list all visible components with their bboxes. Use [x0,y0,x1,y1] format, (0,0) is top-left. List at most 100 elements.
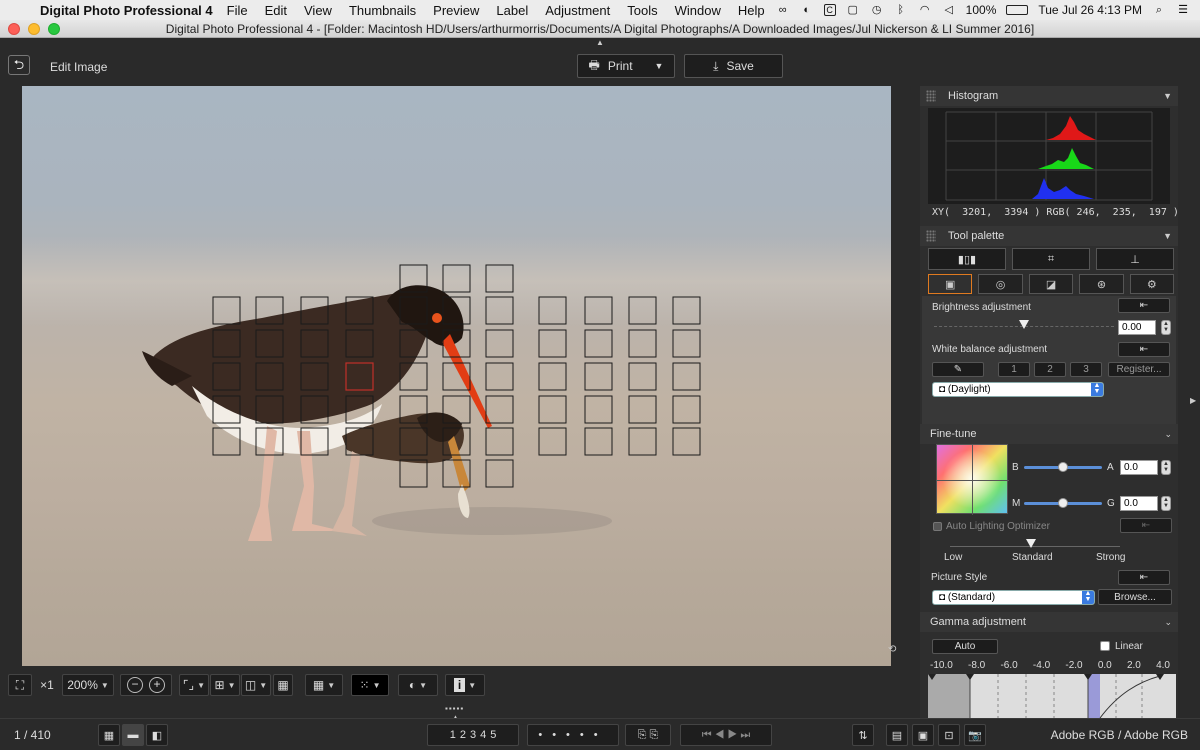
menu-preview[interactable]: Preview [433,3,479,18]
white-balance-color-wheel[interactable] [936,444,1009,515]
rating-1[interactable]: 1 [450,729,456,741]
back-button[interactable]: ⮌ [8,55,30,75]
notification-center-icon[interactable]: ☰ [1176,4,1190,16]
fit-to-window-button[interactable]: ⛶ [8,674,32,696]
wb-register-button[interactable]: Register... [1108,362,1170,377]
menu-view[interactable]: View [304,3,332,18]
sort-filter-button[interactable]: ⇅ [852,724,874,746]
info-button[interactable]: i ▼ [445,674,485,696]
eyedropper-button[interactable]: ✎ [932,362,984,377]
chevron-double-down-icon[interactable]: ⌄ [1164,429,1172,440]
alo-slider-thumb[interactable] [1026,539,1036,548]
grid-display-button[interactable]: ▦ ▼ [305,674,343,696]
linear-checkbox[interactable] [1100,641,1110,651]
brightness-slider-thumb[interactable] [1019,320,1029,329]
white-balance-select[interactable]: ◘ (Daylight) ▲ ▼ [932,382,1104,397]
tab-lens-icon[interactable]: ◎ [978,274,1023,294]
highlight-warning-button[interactable]: ◐ ▼ [398,674,438,696]
filmstrip-view-button[interactable]: ▬ [122,724,144,746]
print-button[interactable]: 🖶 Print ▼ [577,54,675,78]
collapse-icon[interactable]: ▼ [1163,231,1172,241]
menu-file[interactable]: File [227,3,248,18]
app-name-menu[interactable]: Digital Photo Professional 4 [40,3,213,18]
collapse-icon[interactable]: ▼ [1163,91,1172,101]
print-dropdown-icon[interactable]: ▼ [655,61,664,71]
picture-style-browse-button[interactable]: Browse... [1098,589,1172,605]
battery-icon[interactable] [1006,5,1029,15]
wb-preset-2-button[interactable]: 2 [1034,362,1066,377]
af-display-button[interactable]: ⌜⌟ ▼ [179,674,209,696]
gear-icon[interactable]: ⚙ [1129,274,1175,294]
brightness-value[interactable]: 0.00 [1118,320,1156,335]
search-icon[interactable]: ⌕ [1152,4,1166,16]
rating-2[interactable]: 2 [460,729,466,741]
split-view-button[interactable]: ▦ [273,674,293,696]
color-label-dots[interactable]: ••••• [527,724,619,746]
zoom-out-icon[interactable]: − [127,677,143,693]
a-value[interactable]: 0.0 [1120,460,1158,475]
volume-icon[interactable]: ◁ [942,4,956,16]
menu-window[interactable]: Window [675,3,721,18]
rating-3[interactable]: 3 [470,729,476,741]
bluetooth-icon[interactable]: ᛒ [894,4,908,16]
wifi-icon[interactable]: ◠ [918,4,932,16]
g-stepper[interactable]: ▲ ▼ [1161,496,1171,511]
rating-4[interactable]: 4 [480,729,486,741]
copy-recipe-buttons[interactable]: ⎘ ⎘ [625,724,671,746]
tool-palette-header[interactable]: Tool palette ▼ [920,226,1178,246]
fine-tune-header[interactable]: Fine-tune ⌄ [920,424,1178,444]
menu-adjustment[interactable]: Adjustment [545,3,610,18]
camera-button[interactable]: 📷 [964,724,986,746]
tab-color-icon[interactable]: ⊛ [1079,274,1124,294]
brightness-stepper[interactable]: ▲ ▼ [1161,320,1171,335]
rotate-icon[interactable]: ⟲ [888,644,896,655]
af-points-toggle-button[interactable]: ⁙ ▼ [351,674,389,696]
a-stepper[interactable]: ▲ ▼ [1161,460,1171,475]
gamma-auto-button[interactable]: Auto [932,639,998,654]
gamma-graph[interactable] [928,674,1176,719]
alo-reset-button[interactable]: ⇤ [1120,518,1172,533]
picture-style-select[interactable]: ◘ (Standard) ▲ ▼ [932,590,1095,605]
g-value[interactable]: 0.0 [1120,496,1158,511]
layout-3-button[interactable]: ⊡ [938,724,960,746]
menu-label[interactable]: Label [496,3,528,18]
navigation-buttons[interactable]: ⏮ ◀ ▶ ⏭ [680,724,772,746]
c-app-icon[interactable]: C [823,4,836,16]
rating-5[interactable]: 5 [490,729,496,741]
menu-thumbnails[interactable]: Thumbnails [349,3,416,18]
layout-2-button[interactable]: ▣ [912,724,934,746]
status-icon[interactable]: ◐ [800,4,814,16]
grid-view-button[interactable]: ▦ [98,724,120,746]
doc-icon[interactable]: ▢ [846,4,860,16]
save-button[interactable]: ⤓ Save [684,54,783,78]
white-balance-reset-button[interactable]: ⇤ [1118,342,1170,357]
tab-curve-icon[interactable]: ◪ [1028,274,1074,294]
creative-cloud-icon[interactable]: ∞ [776,4,790,16]
menu-edit[interactable]: Edit [265,3,287,18]
menu-tools[interactable]: Tools [627,3,657,18]
wb-preset-3-button[interactable]: 3 [1070,362,1102,377]
chevron-double-down-icon[interactable]: ⌄ [1164,617,1172,628]
tab-crop-icon[interactable]: ⌗ [1012,248,1090,270]
tab-basic-adjust-icon[interactable]: ▮▯▮ [928,248,1006,270]
zoom-in-icon[interactable]: + [149,677,165,693]
panel-expand-arrow-icon[interactable]: ▶ [1190,396,1196,405]
picture-style-reset-button[interactable]: ⇤ [1118,570,1170,585]
grid-overlay-button[interactable]: ⊞ ▼ [210,674,240,696]
photo-oystercatchers[interactable] [22,86,891,666]
wb-preset-1-button[interactable]: 1 [998,362,1030,377]
tab-tone-icon[interactable]: ▣ [928,274,973,294]
gamma-adjustment-header[interactable]: Gamma adjustment ⌄ [920,612,1178,632]
mg-slider-thumb[interactable] [1058,498,1068,508]
compare-button[interactable]: ◫ ▼ [241,674,271,696]
layout-1-button[interactable]: ▤ [886,724,908,746]
ba-slider-thumb[interactable] [1058,462,1068,472]
zoom-x1-button[interactable]: ×1 [34,674,60,696]
clock[interactable]: Tue Jul 26 4:13 PM [1038,3,1142,17]
brightness-reset-button[interactable]: ⇤ [1118,298,1170,313]
alo-checkbox[interactable] [933,522,942,531]
zoom-level-select[interactable]: 200% ▼ [62,674,114,696]
tab-stamp-icon[interactable]: ⊥ [1096,248,1174,270]
menu-help[interactable]: Help [738,3,765,18]
list-view-button[interactable]: ◧ [146,724,168,746]
